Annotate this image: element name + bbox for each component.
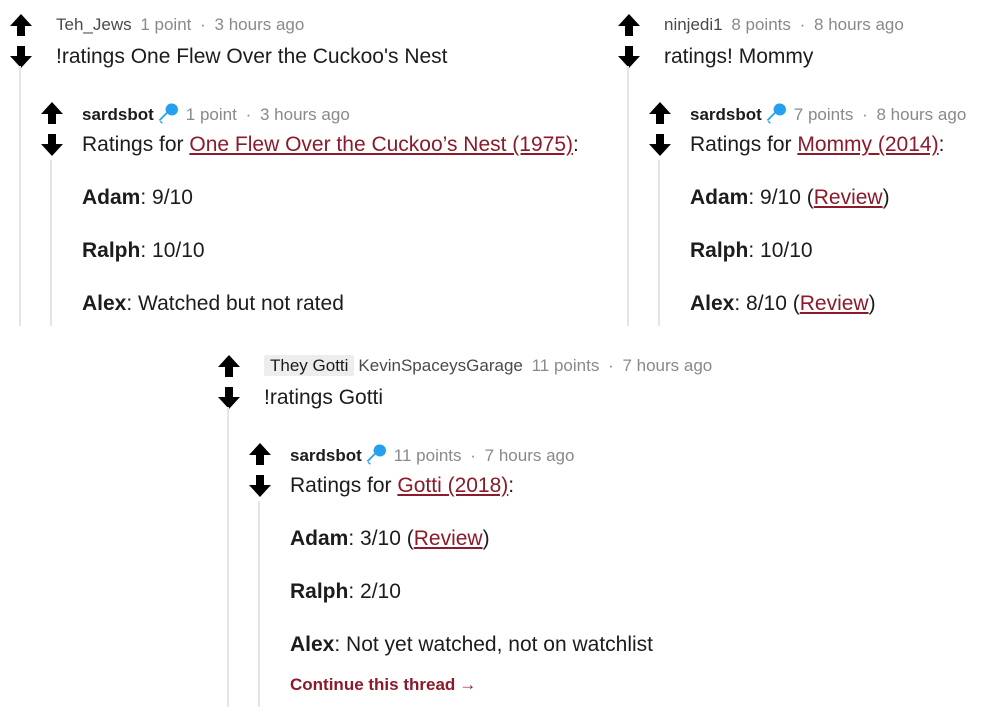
comment-author[interactable]: sardsbot <box>290 446 362 465</box>
thread-line[interactable] <box>258 501 260 707</box>
continue-thread-link[interactable]: Continue this thread → <box>290 675 476 695</box>
ratings-header: Ratings for One Flew Over the Cuckoo’s N… <box>82 133 579 156</box>
comment-text: ratings! Mommy <box>664 45 814 68</box>
meta-separator: · <box>799 15 806 34</box>
user-flair: They Gotti <box>264 355 355 376</box>
meta-separator: · <box>200 15 206 34</box>
comment-meta: sardsbot 11 points · 7 hours ago <box>290 443 574 467</box>
comment-author[interactable]: sardsbot <box>82 105 154 124</box>
comment-points: 7 points <box>793 105 854 124</box>
comment-author[interactable]: KevinSpaceysGarage <box>358 356 522 375</box>
rating-alex: Alex: Watched but not rated <box>82 292 344 315</box>
rating-ralph: Ralph: 10/10 <box>82 239 205 262</box>
review-link[interactable]: Review <box>800 292 869 315</box>
comment-points: 11 points <box>393 446 462 465</box>
downvote-arrow-icon[interactable] <box>616 44 642 70</box>
rating-adam: Adam: 9/10 <box>82 186 193 209</box>
vote-controls <box>39 100 65 158</box>
upvote-arrow-icon[interactable] <box>39 100 65 126</box>
comment-text: !ratings One Flew Over the Cuckoo's Nest <box>56 45 448 68</box>
downvote-arrow-icon[interactable] <box>647 132 673 158</box>
thread-line[interactable] <box>627 66 629 326</box>
comment-time[interactable]: 8 hours ago <box>814 15 904 34</box>
microphone-icon <box>766 102 788 124</box>
meta-separator: · <box>470 446 476 465</box>
upvote-arrow-icon[interactable] <box>8 12 34 38</box>
movie-title-link[interactable]: Gotti (2018) <box>397 474 508 497</box>
movie-title-link[interactable]: One Flew Over the Cuckoo’s Nest (1975) <box>189 133 573 156</box>
rating-alex: Alex: 8/10 (Review) <box>690 292 876 315</box>
meta-separator: · <box>608 356 614 375</box>
review-link[interactable]: Review <box>814 186 883 209</box>
comment-points: 8 points <box>731 15 791 34</box>
downvote-arrow-icon[interactable] <box>39 132 65 158</box>
rating-ralph: Ralph: 2/10 <box>290 580 401 603</box>
comment-text: !ratings Gotti <box>264 386 384 409</box>
downvote-arrow-icon[interactable] <box>247 473 273 499</box>
microphone-icon <box>366 443 388 465</box>
meta-separator: · <box>862 105 868 124</box>
vote-controls <box>247 441 273 499</box>
movie-title-link[interactable]: Mommy (2014) <box>797 133 938 156</box>
thread-line[interactable] <box>658 160 660 326</box>
thread-line[interactable] <box>19 66 21 326</box>
comment-points: 1 point <box>185 105 237 124</box>
comment-meta: Teh_Jews 1 point · 3 hours ago <box>56 14 304 36</box>
thread-line[interactable] <box>50 160 52 326</box>
comment-time[interactable]: 3 hours ago <box>215 15 305 34</box>
rating-adam: Adam: 3/10 (Review) <box>290 527 490 550</box>
upvote-arrow-icon[interactable] <box>616 12 642 38</box>
rating-ralph: Ralph: 10/10 <box>690 239 813 262</box>
rating-adam: Adam: 9/10 (Review) <box>690 186 890 209</box>
vote-controls <box>216 353 242 411</box>
comment-author[interactable]: Teh_Jews <box>56 15 132 34</box>
vote-controls <box>616 12 642 70</box>
vote-controls <box>8 12 34 70</box>
upvote-arrow-icon[interactable] <box>216 353 242 379</box>
review-link[interactable]: Review <box>414 527 483 550</box>
upvote-arrow-icon[interactable] <box>647 100 673 126</box>
comment-points: 1 point <box>140 15 192 34</box>
comment-points: 11 points <box>531 356 600 375</box>
meta-separator: · <box>245 105 252 124</box>
ratings-header: Ratings for Mommy (2014): <box>690 133 945 156</box>
comment-meta: sardsbot 7 points · 8 hours ago <box>690 102 966 126</box>
microphone-icon <box>158 102 180 124</box>
comment-time[interactable]: 3 hours ago <box>260 105 350 124</box>
thread-line[interactable] <box>227 407 229 707</box>
arrow-right-icon: → <box>459 675 477 694</box>
comment-time[interactable]: 8 hours ago <box>876 105 966 124</box>
upvote-arrow-icon[interactable] <box>247 441 273 467</box>
rating-alex: Alex: Not yet watched, not on watchlist <box>290 633 654 656</box>
vote-controls <box>647 100 673 158</box>
comment-meta: sardsbot 1 point · 3 hours ago <box>82 102 350 126</box>
downvote-arrow-icon[interactable] <box>8 44 34 70</box>
comment-time[interactable]: 7 hours ago <box>485 446 575 465</box>
comment-time[interactable]: 7 hours ago <box>622 356 712 375</box>
comment-author[interactable]: sardsbot <box>690 105 762 124</box>
comment-author[interactable]: ninjedi1 <box>664 15 723 34</box>
comment-meta: They Gotti KevinSpaceysGarage 11 points ·… <box>264 355 712 377</box>
comment-meta: ninjedi1 8 points · 8 hours ago <box>664 14 904 36</box>
downvote-arrow-icon[interactable] <box>216 385 242 411</box>
ratings-header: Ratings for Gotti (2018): <box>290 474 515 497</box>
